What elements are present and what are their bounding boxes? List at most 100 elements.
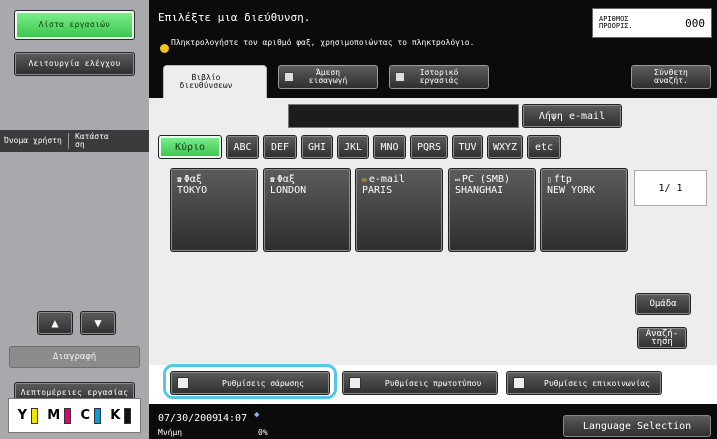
toner-bar bbox=[124, 407, 132, 424]
column-divider bbox=[68, 133, 69, 149]
original-settings-button[interactable]: Ρυθμίσεις πρωτοτύπου bbox=[342, 371, 498, 395]
destination-new-york[interactable]: ▯ ftp NEW YORK bbox=[540, 168, 628, 252]
scan-settings-label: Ρυθμίσεις σάρωσης bbox=[222, 378, 304, 388]
destination-tokyo[interactable]: ☎ Φαξ TOKYO bbox=[170, 168, 258, 252]
toner-letter: C bbox=[80, 408, 91, 423]
toner-cyan: C bbox=[80, 407, 102, 424]
delete-label: Διαγραφή bbox=[52, 352, 97, 362]
index-label: etc bbox=[534, 141, 554, 153]
page-title: Επιλέξτε μια διεύθυνση. bbox=[158, 11, 311, 24]
toner-yellow: Y bbox=[18, 407, 39, 424]
group-label: Ομάδα bbox=[649, 299, 677, 309]
index-key-wxyz[interactable]: WXYZ bbox=[487, 135, 523, 159]
time-display: 14:07 bbox=[217, 413, 248, 424]
language-selection-button[interactable]: Language Selection bbox=[563, 415, 711, 437]
scroll-down-button[interactable]: ▼ bbox=[80, 311, 116, 335]
destination-shanghai[interactable]: ▭ PC (SMB) SHANGHAI bbox=[448, 168, 536, 252]
destination-type: Φαξ bbox=[183, 174, 202, 185]
settings-bar: Ρυθμίσεις σάρωσης Ρυθμίσεις πρωτοτύπου Ρ… bbox=[149, 365, 717, 404]
index-label: PQRS bbox=[416, 141, 442, 153]
info-icon bbox=[160, 44, 169, 53]
destination-count-value: 000 bbox=[685, 16, 705, 30]
job-details-label: Λεπτομέρειες εργασίας bbox=[20, 388, 129, 397]
index-key-tuv[interactable]: TUV bbox=[452, 135, 483, 159]
receive-email-label: Λήψη e-mail bbox=[538, 110, 606, 122]
tab-label: Άμεση εισαγωγή bbox=[308, 68, 348, 85]
job-user-header: Όνομα χρήστη Κατάστα ση bbox=[0, 130, 149, 152]
arrow-down-icon: ▼ bbox=[94, 316, 102, 330]
scan-settings-button[interactable]: Ρυθμίσεις σάρωσης bbox=[170, 371, 330, 395]
footer: 07/30/2009 14:07 ◆ Μνήμη 0% Language Sel… bbox=[149, 404, 717, 439]
check-job-button[interactable]: Λειτουργία ελέγχου bbox=[14, 52, 135, 76]
header: Επιλέξτε μια διεύθυνση. Πληκτρολογήστε τ… bbox=[149, 0, 717, 64]
user-name-column: Όνομα χρήστη bbox=[4, 136, 62, 145]
destination-paris[interactable]: ✉ e-mail PARIS bbox=[355, 168, 443, 252]
index-label: ABC bbox=[233, 141, 252, 153]
address-input[interactable] bbox=[288, 104, 519, 128]
index-key-etc[interactable]: etc bbox=[527, 135, 561, 159]
hint-text: Πληκτρολογήστε τον αριθμό φαξ, χρησιμοπο… bbox=[171, 38, 475, 47]
tab-label: Ιστορικό εργασιάς bbox=[419, 68, 459, 85]
destination-type: Φαξ bbox=[276, 174, 295, 185]
toner-bar bbox=[64, 407, 72, 424]
tab-advanced-search[interactable]: Σύνθετη αναζήτ. bbox=[631, 65, 711, 89]
destination-london[interactable]: ☎ Φαξ LONDON bbox=[263, 168, 351, 252]
fax-icon: ☎ bbox=[177, 175, 182, 184]
tab-job-history[interactable]: Ιστορικό εργασιάς bbox=[389, 65, 489, 89]
group-button[interactable]: Ομάδα bbox=[635, 293, 691, 315]
date-display: 07/30/2009 bbox=[158, 413, 219, 424]
toner-letter: M bbox=[47, 408, 61, 423]
tab-direct-input[interactable]: Άμεση εισαγωγή bbox=[278, 65, 378, 89]
tab-address-book[interactable]: Βιβλίο διευθύνσεων bbox=[163, 65, 267, 98]
destination-name: TOKYO bbox=[177, 185, 208, 196]
destination-name: LONDON bbox=[270, 185, 307, 196]
scroll-up-button[interactable]: ▲ bbox=[37, 311, 73, 335]
original-settings-icon bbox=[349, 377, 361, 389]
memory-value: 0% bbox=[258, 428, 268, 437]
index-key-jkl[interactable]: JKL bbox=[337, 135, 369, 159]
toner-status: Y M C K bbox=[8, 398, 141, 433]
status-column: Κατάστα ση bbox=[75, 132, 109, 149]
destination-name: PARIS bbox=[362, 185, 393, 196]
index-key-mno[interactable]: MNO bbox=[373, 135, 406, 159]
original-settings-label: Ρυθμίσεις πρωτοτύπου bbox=[384, 378, 482, 388]
search-label: Αναζή-τηση bbox=[645, 329, 679, 347]
comm-settings-button[interactable]: Ρυθμίσεις επικοινωνίας bbox=[506, 371, 662, 395]
network-icon: ◆ bbox=[254, 410, 260, 420]
job-list-label: Λίστα εργασιών bbox=[38, 20, 111, 29]
index-label: Κύριο bbox=[174, 141, 206, 153]
index-key-ghi[interactable]: GHI bbox=[301, 135, 333, 159]
destination-name: NEW YORK bbox=[547, 185, 596, 196]
index-label: GHI bbox=[307, 141, 327, 153]
destination-count-label: ΑΡΙΘΜΟΣ ΠΡΟΟΡΙΣ. bbox=[599, 15, 633, 30]
main-panel: Λήψη e-mail Κύριο ABC DEF GHI JKL MNO PQ… bbox=[149, 98, 717, 365]
index-key-main[interactable]: Κύριο bbox=[158, 135, 222, 159]
history-icon bbox=[395, 72, 405, 82]
destination-type: PC (SMB) bbox=[461, 174, 510, 185]
delete-button[interactable]: Διαγραφή bbox=[9, 346, 140, 368]
search-button[interactable]: Αναζή-τηση bbox=[637, 327, 687, 349]
toner-magenta: M bbox=[47, 407, 72, 424]
toner-letter: K bbox=[110, 408, 121, 423]
arrow-up-icon: ▲ bbox=[51, 316, 59, 330]
page-indicator: 1/ 1 bbox=[634, 170, 707, 206]
index-label: TUV bbox=[458, 141, 477, 153]
destination-type: ftp bbox=[553, 174, 572, 185]
receive-email-button[interactable]: Λήψη e-mail bbox=[522, 104, 622, 128]
check-job-label: Λειτουργία ελέγχου bbox=[28, 59, 121, 68]
scan-settings-icon bbox=[177, 377, 189, 389]
index-label: MNO bbox=[380, 141, 399, 153]
index-key-abc[interactable]: ABC bbox=[226, 135, 259, 159]
keypad-icon bbox=[284, 72, 294, 82]
comm-settings-label: Ρυθμίσεις επικοινωνίας bbox=[544, 378, 650, 388]
index-key-pqrs[interactable]: PQRS bbox=[410, 135, 448, 159]
index-key-def[interactable]: DEF bbox=[263, 135, 297, 159]
index-label: DEF bbox=[270, 141, 290, 153]
job-list-button[interactable]: Λίστα εργασιών bbox=[14, 10, 135, 40]
destination-name: SHANGHAI bbox=[455, 185, 504, 196]
email-icon: ✉ bbox=[362, 175, 367, 184]
destination-type: e-mail bbox=[368, 174, 405, 185]
ftp-icon: ▯ bbox=[547, 175, 552, 184]
toner-bar bbox=[94, 407, 102, 424]
destination-count: ΑΡΙΘΜΟΣ ΠΡΟΟΡΙΣ. 000 bbox=[592, 8, 712, 38]
